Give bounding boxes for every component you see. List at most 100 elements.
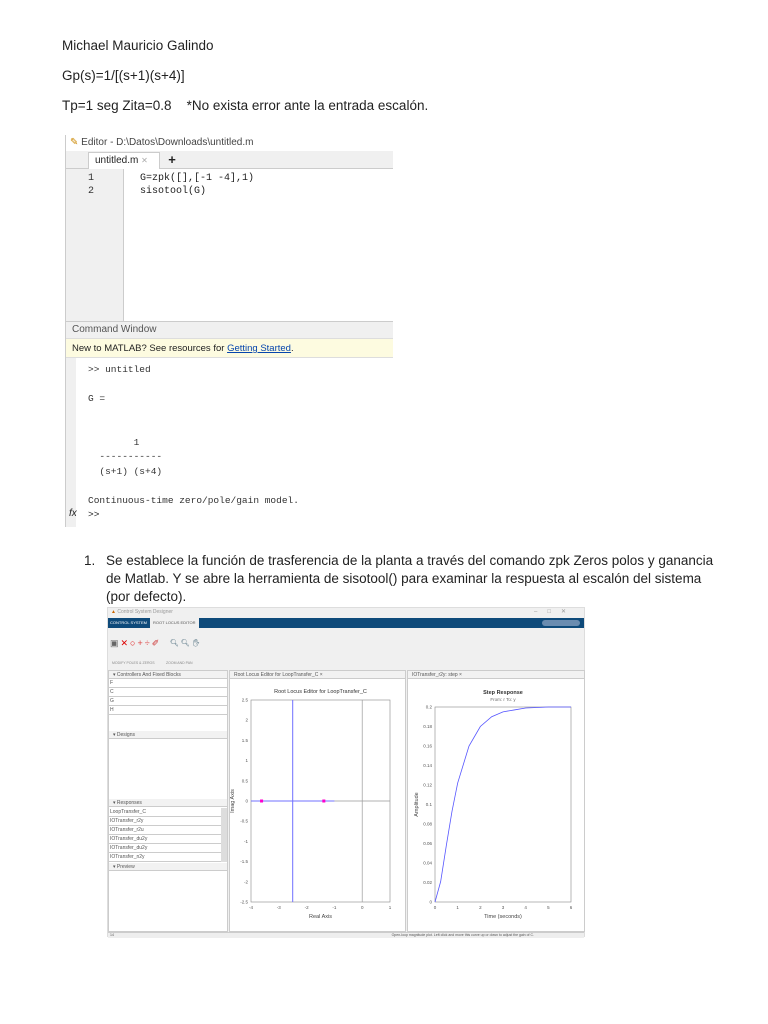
y-tick-label: 1 — [245, 758, 248, 763]
x-tick-label: -2 — [305, 905, 309, 910]
notice-bar: New to MATLAB? See resources for Getting… — [66, 339, 393, 358]
response-row[interactable]: IOTransfer_r2y — [109, 817, 221, 826]
y-tick-label: 0.18 — [423, 724, 432, 729]
x-tick-label: 5 — [547, 905, 550, 910]
specs-line: Tp=1 seg Zita=0.8 *No exista error ante … — [62, 98, 429, 113]
y-tick-label: 0 — [429, 900, 432, 905]
controller-row[interactable]: G — [109, 697, 227, 706]
data-browser: ▾ Controllers And Fixed Blocks FCGH ▾ De… — [108, 670, 228, 932]
command-prompt[interactable]: >> — [88, 509, 99, 520]
response-row[interactable]: IOTransfer_r2u — [109, 826, 221, 835]
response-row[interactable]: IOTransfer_du2y — [109, 844, 221, 853]
controller-row[interactable]: H — [109, 706, 227, 715]
notice-end: . — [290, 343, 294, 354]
x-tick-label: -1 — [332, 905, 336, 910]
y-tick-label: -2.5 — [240, 900, 248, 905]
y-tick-label: 0.02 — [423, 880, 432, 885]
response-row[interactable]: IOTransfer_n2y — [109, 853, 221, 862]
y-tick-label: 0.06 — [423, 841, 432, 846]
response-row[interactable]: LoopTransfer_C — [109, 808, 221, 817]
fx-icon: fx — [69, 508, 77, 519]
chart-title: Root Locus Editor for LoopTransfer_C — [274, 689, 367, 695]
tab-root-locus-editor[interactable]: ROOT LOCUS EDITOR — [150, 618, 199, 628]
y-tick-label: -0.5 — [240, 819, 248, 824]
y-tick-label: -2 — [244, 879, 248, 884]
y-tick-label: 0 — [245, 799, 248, 804]
output-line: ----------- — [88, 451, 163, 462]
window-controls[interactable]: –□✕ — [534, 608, 576, 615]
close-icon[interactable]: ✕ — [141, 156, 148, 165]
command-window-title: Command Window — [66, 321, 393, 339]
status-left: 14 — [110, 933, 114, 937]
y-tick-label: 0.2 — [426, 705, 433, 710]
section-modify: MODIFY POLES & ZEROS — [112, 661, 155, 665]
controller-row[interactable]: C — [109, 688, 227, 697]
pole-zero-tools[interactable]: ▣✕○+÷✐ — [110, 638, 161, 649]
responses-scrollbar[interactable] — [221, 808, 227, 862]
author-line: Michael Mauricio Galindo — [62, 38, 214, 53]
x-tick-label: 0 — [361, 905, 364, 910]
window-title-text: Control System Designer — [117, 609, 173, 615]
closed-loop-pole-marker — [322, 799, 326, 803]
y-tick-label: 0.12 — [423, 783, 432, 788]
y-tick-label: 0.04 — [423, 861, 432, 866]
list-item-text: Se establece la función de trasferencia … — [106, 553, 714, 604]
root-locus-chart[interactable]: Root Locus Editor for LoopTransfer_C -4 -3… — [230, 680, 407, 932]
tab-control-system[interactable]: CONTROL SYSTEM — [110, 620, 147, 625]
controllers-header-label: Controllers And Fixed Blocks — [116, 672, 181, 678]
y-axis-label: Imag Axis — [230, 789, 236, 813]
status-bar: 14 Open-loop magnitude plot. Left click a… — [108, 932, 584, 938]
zoom-pan-tools[interactable]: 🔍︎🔍︎✋︎ — [170, 639, 203, 647]
section-zoom: ZOOM AND PAN — [166, 661, 193, 665]
new-tab-button[interactable]: + — [162, 152, 182, 169]
x-tick-label: 1 — [456, 905, 459, 910]
code-line: sisotool(G) — [140, 186, 207, 197]
tab-untitled[interactable]: untitled.m ✕ — [88, 152, 160, 169]
response-row[interactable]: IOTransfer_du2y — [109, 835, 221, 844]
output-line: 1 — [88, 436, 140, 448]
x-tick-label: -4 — [249, 905, 253, 910]
tab-root-locus[interactable]: Root Locus Editor for LoopTransfer_C × — [230, 671, 405, 679]
matlab-screenshot: ✎ Editor - D:\Datos\Downloads\untitled.m… — [65, 135, 393, 527]
designs-header[interactable]: ▾ Designs — [109, 731, 227, 739]
matlab-logo-icon: ▲ — [111, 609, 116, 615]
output-line: (s+1) (s+4) — [88, 465, 163, 477]
quick-access-bar[interactable] — [542, 620, 580, 626]
y-tick-label: 0.08 — [423, 822, 432, 827]
x-tick-label: -3 — [277, 905, 281, 910]
x-tick-label: 0 — [434, 905, 437, 910]
output-line: >> untitled — [88, 364, 151, 375]
getting-started-link[interactable]: Getting Started — [227, 343, 291, 354]
controller-row[interactable]: F — [109, 679, 227, 688]
step-response-chart[interactable]: Step ResponseFrom: r To: y 0 1 2 3 4 5 6 0 0.02 0.… — [408, 680, 586, 932]
tab-label: untitled.m — [95, 155, 139, 166]
x-tick-label: 2 — [479, 905, 482, 910]
root-locus-panel: Root Locus Editor for LoopTransfer_C × R… — [229, 670, 406, 932]
responses-header-label: Responses — [116, 800, 142, 806]
x-tick-label: 4 — [524, 905, 527, 910]
controllers-header[interactable]: ▾ Controllers And Fixed Blocks — [109, 671, 227, 679]
y-tick-label: -1.5 — [240, 859, 248, 864]
x-axis-label: Time (seconds) — [484, 914, 522, 920]
tab-step[interactable]: IOTransfer_r2y: step × — [408, 671, 584, 679]
window-title: ▲ Control System Designer — [111, 609, 173, 615]
editor-title-text: Editor - D:\Datos\Downloads\untitled.m — [81, 137, 254, 148]
line-numbers: 12 — [88, 172, 94, 198]
y-tick-label: 0.14 — [423, 763, 432, 768]
code-area[interactable]: G=zpk([],[-1 -4],1) sisotool(G) — [140, 172, 254, 198]
preview-header[interactable]: ▾ Preview — [109, 863, 227, 871]
chart-title: Step Response — [483, 690, 523, 696]
chart-subtitle: From: r To: y — [490, 697, 516, 702]
x-tick-label: 1 — [389, 905, 392, 910]
editor-title: ✎ Editor - D:\Datos\Downloads\untitled.m — [70, 137, 253, 148]
y-tick-label: 1.5 — [242, 738, 249, 743]
preview-header-label: Preview — [116, 864, 135, 870]
responses-header[interactable]: ▾ Responses — [109, 799, 227, 807]
y-tick-label: 0.5 — [242, 778, 249, 783]
line-number: 1 — [88, 173, 95, 184]
notice-text: New to MATLAB? See resources for — [72, 343, 228, 354]
